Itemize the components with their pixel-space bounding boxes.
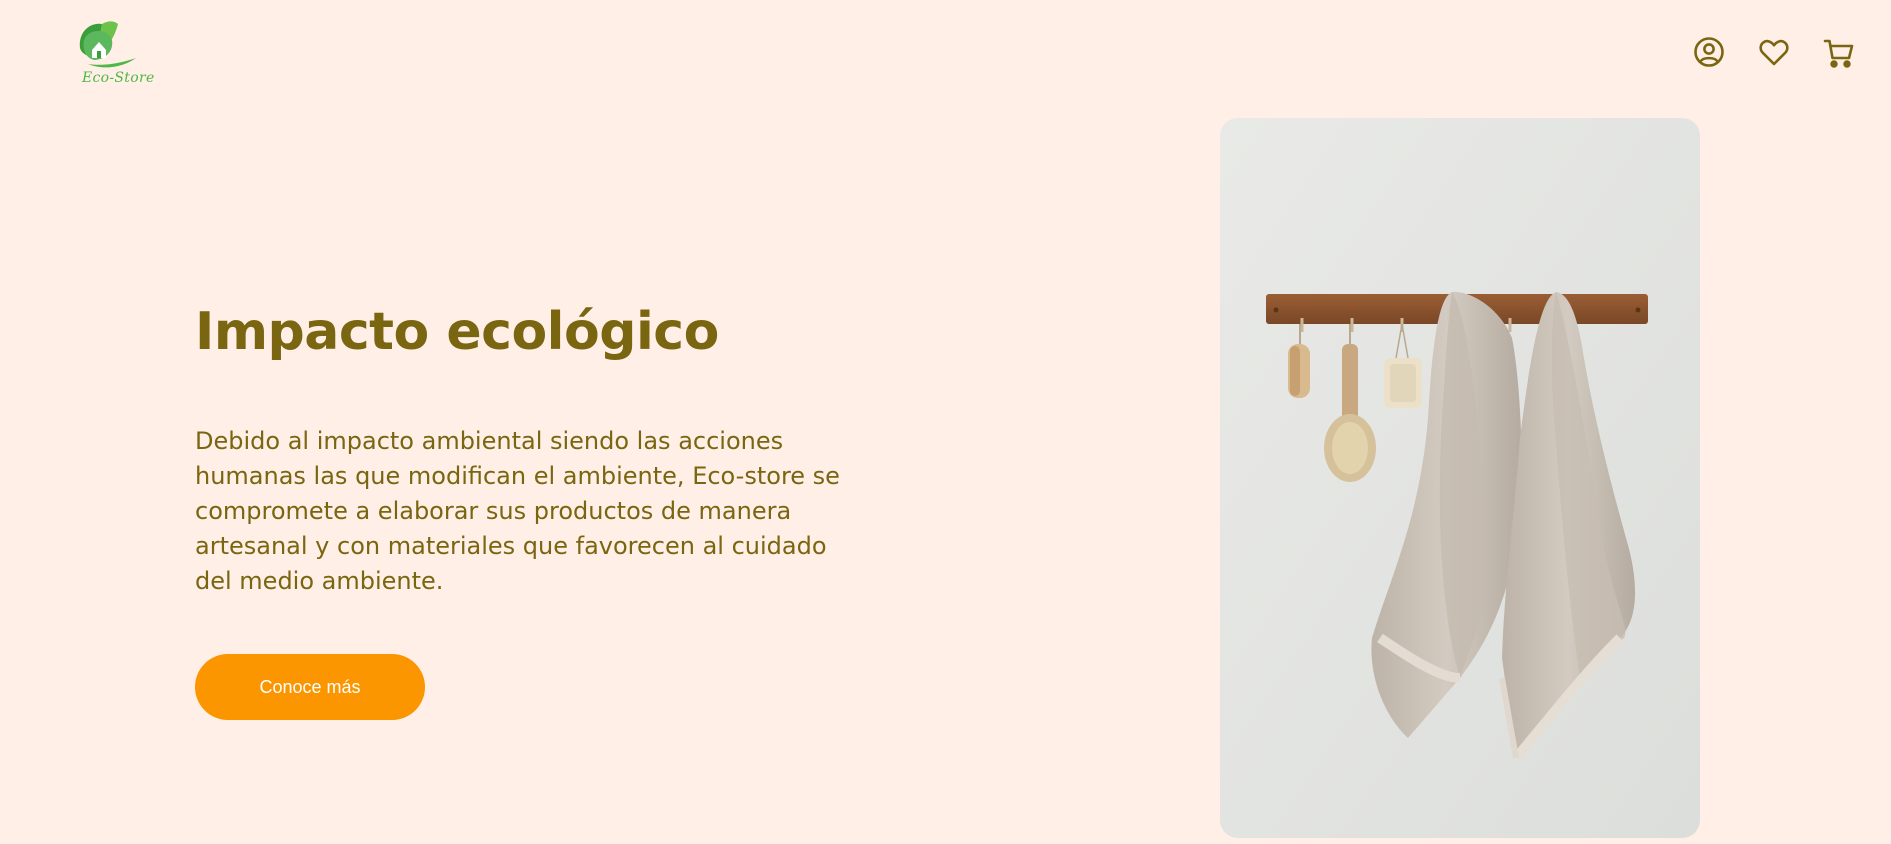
hero-image-towels-on-hooks xyxy=(1220,118,1700,838)
user-account-icon[interactable] xyxy=(1693,36,1727,70)
header-actions xyxy=(1691,36,1891,72)
learn-more-button[interactable]: Conoce más xyxy=(195,654,425,720)
leaf-house-icon xyxy=(79,21,136,68)
hero-description: Debido al impacto ambiental siendo las a… xyxy=(195,427,840,595)
heart-favorites-icon[interactable] xyxy=(1758,36,1792,70)
hero-title: Impacto ecológico xyxy=(195,302,719,362)
logo-wordmark: Eco-Store xyxy=(82,70,155,86)
shopping-cart-icon[interactable] xyxy=(1822,36,1856,70)
